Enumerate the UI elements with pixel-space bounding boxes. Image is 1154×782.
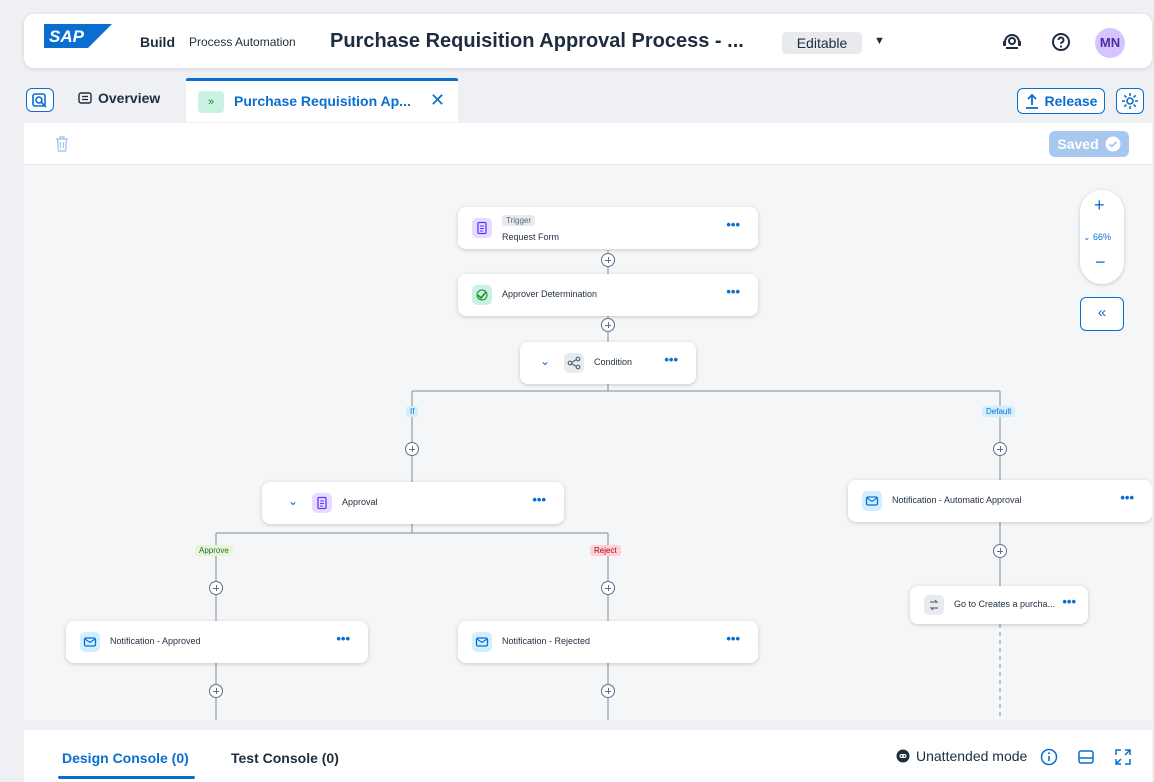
notification-approved-node[interactable]: Notification - Approved •••: [66, 621, 368, 663]
add-step-button[interactable]: [601, 253, 615, 267]
node-label: Approval: [342, 497, 378, 507]
delete-icon[interactable]: [54, 135, 70, 153]
tab-overview-label: Overview: [98, 90, 161, 106]
node-label: Notification - Approved: [110, 636, 201, 646]
active-tab-indicator: [58, 776, 195, 779]
unattended-mode-toggle[interactable]: Unattended mode: [896, 748, 1027, 764]
node-label: Go to Creates a purcha...: [954, 599, 1056, 609]
info-icon[interactable]: [1040, 748, 1058, 766]
add-step-button[interactable]: [209, 684, 223, 698]
double-chevron-left-icon: «: [1097, 304, 1107, 321]
mail-icon: [80, 632, 100, 652]
collapse-panel-button[interactable]: «: [1080, 297, 1124, 331]
inspect-icon: [32, 93, 47, 108]
mail-icon: [472, 632, 492, 652]
build-label: Build: [140, 34, 175, 50]
overview-icon: [78, 92, 92, 104]
mode-dropdown-icon[interactable]: ▼: [874, 35, 885, 47]
add-step-button[interactable]: [601, 581, 615, 595]
zoom-out-icon[interactable]: −: [1095, 252, 1106, 273]
close-icon[interactable]: ✕: [430, 90, 445, 111]
add-step-button[interactable]: [993, 442, 1007, 456]
more-button[interactable]: •••: [532, 492, 546, 507]
process-canvas[interactable]: Trigger Request Form ••• Approver Determ…: [24, 165, 1152, 720]
canvas-toolbar: Saved: [24, 123, 1152, 165]
add-step-button[interactable]: [209, 581, 223, 595]
goto-node[interactable]: Go to Creates a purcha... •••: [910, 586, 1088, 624]
process-icon: »: [198, 91, 224, 113]
more-button[interactable]: •••: [1120, 490, 1134, 505]
tab-process-editor[interactable]: » Purchase Requisition Ap... ✕: [186, 78, 458, 122]
tab-test-console[interactable]: Test Console (0): [231, 750, 339, 766]
zoom-in-icon[interactable]: +: [1094, 195, 1105, 216]
node-label: Notification - Automatic Approval: [892, 495, 1022, 505]
trigger-tag: Trigger: [502, 215, 536, 226]
branch-label-approve: Approve: [195, 545, 233, 556]
page-title: Purchase Requisition Approval Process - …: [330, 30, 744, 52]
mode-badge[interactable]: Editable: [782, 32, 862, 54]
release-label: Release: [1044, 93, 1098, 109]
node-label: Notification - Rejected: [502, 636, 591, 646]
joule-assistant-icon[interactable]: [1000, 30, 1024, 54]
tab-process-label: Purchase Requisition Ap...: [234, 93, 411, 109]
product-label: Process Automation: [189, 35, 296, 49]
settings-button[interactable]: [1116, 88, 1144, 114]
approval-node[interactable]: ⌄ Approval •••: [262, 482, 564, 524]
check-icon: [1105, 136, 1121, 152]
console-bar: Design Console (0) Test Console (0) Unat…: [24, 730, 1152, 782]
fullscreen-icon[interactable]: [1114, 748, 1132, 766]
more-button[interactable]: •••: [726, 217, 740, 232]
inspect-button[interactable]: [26, 88, 54, 112]
panel-layout-icon[interactable]: [1077, 748, 1095, 766]
help-icon[interactable]: [1049, 30, 1073, 54]
tab-overview[interactable]: Overview: [78, 90, 160, 106]
trigger-name: Request Form: [502, 232, 560, 242]
branch-icon: [564, 353, 584, 373]
gear-icon: [1122, 93, 1138, 109]
node-label: Condition: [594, 357, 633, 367]
mail-icon: [862, 491, 882, 511]
more-button[interactable]: •••: [664, 352, 678, 367]
node-label: Approver Determination: [502, 289, 598, 299]
add-step-button[interactable]: [601, 318, 615, 332]
saved-button[interactable]: Saved: [1049, 131, 1129, 157]
notification-automatic-node[interactable]: Notification - Automatic Approval •••: [848, 480, 1152, 522]
decision-icon: [472, 285, 492, 305]
unattended-mode-label: Unattended mode: [916, 748, 1028, 764]
approver-determination-node[interactable]: Approver Determination •••: [458, 274, 758, 316]
notification-rejected-node[interactable]: Notification - Rejected •••: [458, 621, 758, 663]
goto-icon: [924, 595, 944, 615]
more-button[interactable]: •••: [336, 631, 350, 646]
trigger-node[interactable]: Trigger Request Form •••: [458, 207, 758, 249]
logo-text: SAP: [49, 27, 85, 46]
more-button[interactable]: •••: [1062, 594, 1076, 609]
chevron-down-icon[interactable]: ⌄: [288, 494, 298, 508]
shell-bar: SAP Build Process Automation Purchase Re…: [24, 14, 1152, 68]
zoom-level-select[interactable]: ⌄ 66%: [1083, 232, 1111, 243]
approval-form-icon: [312, 493, 332, 513]
form-icon: [472, 218, 492, 238]
add-step-button[interactable]: [405, 442, 419, 456]
more-button[interactable]: •••: [726, 284, 740, 299]
user-avatar[interactable]: MN: [1095, 28, 1125, 58]
upload-icon: [1025, 93, 1038, 109]
branch-label-reject: Reject: [590, 545, 621, 556]
branch-label-if: If: [406, 406, 419, 417]
zoom-level: 66%: [1093, 232, 1112, 242]
tab-design-console[interactable]: Design Console (0): [62, 750, 189, 766]
chevron-down-icon[interactable]: ⌄: [540, 354, 550, 368]
more-button[interactable]: •••: [726, 631, 740, 646]
release-button[interactable]: Release: [1017, 88, 1105, 114]
branch-label-default: Default: [982, 406, 1016, 417]
zoom-control: + ⌄ 66% −: [1080, 190, 1124, 284]
robot-icon: [896, 749, 910, 763]
saved-label: Saved: [1057, 136, 1099, 152]
sap-logo[interactable]: SAP: [44, 24, 112, 48]
condition-node[interactable]: ⌄ Condition •••: [520, 342, 696, 384]
add-step-button[interactable]: [601, 684, 615, 698]
editor-tab-bar: Overview » Purchase Requisition Ap... ✕ …: [24, 78, 1152, 122]
add-step-button[interactable]: [993, 544, 1007, 558]
